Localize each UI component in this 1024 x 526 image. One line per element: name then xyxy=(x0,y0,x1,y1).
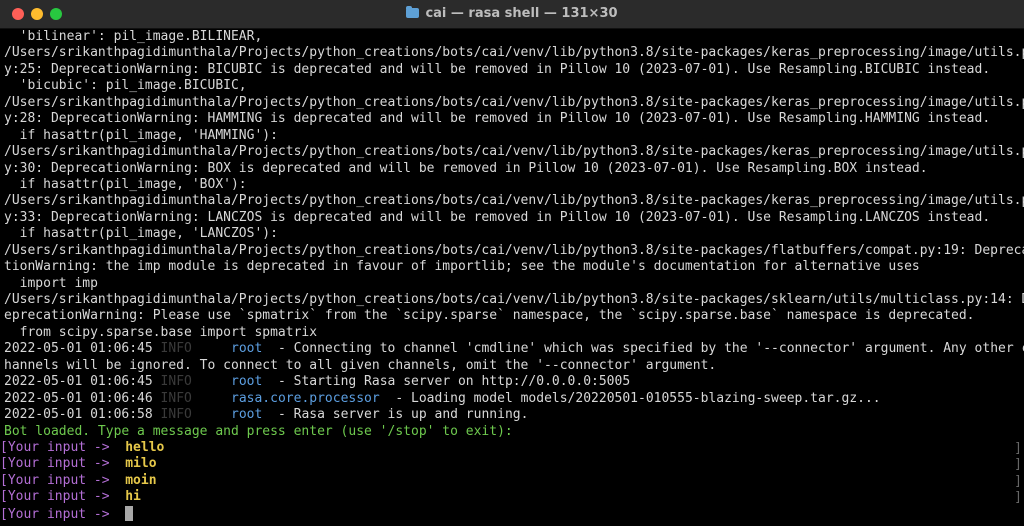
text-cursor xyxy=(125,505,134,521)
output-line: /Users/srikanthpagidimunthala/Projects/p… xyxy=(4,242,1024,258)
output-line: /Users/srikanthpagidimunthala/Projects/p… xyxy=(4,292,1024,307)
log-message: - Loading model models/20220501-010555-b… xyxy=(379,390,881,406)
log-logger: rasa.core.processor xyxy=(231,390,380,406)
output-line: y:33: DeprecationWarning: LANCZOS is dep… xyxy=(4,209,991,225)
log-level: INFO xyxy=(160,390,192,406)
title-bar: cai — rasa shell — 131×30 xyxy=(0,0,1024,29)
right-bracket: ] xyxy=(1014,490,1022,505)
input-line: [Your input -> moin xyxy=(0,473,1020,489)
log-message: - Starting Rasa server on http://0.0.0.0… xyxy=(262,374,631,390)
log-level: INFO xyxy=(160,407,192,423)
input-line: [Your input -> milo xyxy=(0,456,1020,472)
window-title: cai — rasa shell — 131×30 xyxy=(425,6,618,21)
log-level: INFO xyxy=(160,341,192,357)
log-line: hannels will be ignored. To connect to a… xyxy=(4,358,1020,374)
bot-loaded-message: Bot loaded. Type a message and press ent… xyxy=(4,423,513,439)
log-timestamp: 2022-05-01 01:06:58 xyxy=(4,407,153,423)
output-line: 'bicubic': pil_image.BICUBIC, xyxy=(4,78,247,94)
output-line: y:30: DeprecationWarning: BOX is depreca… xyxy=(4,160,928,176)
log-line: 2022-05-01 01:06:46 INFO rasa.core.proce… xyxy=(4,391,1020,407)
log-timestamp: 2022-05-01 01:06:46 xyxy=(4,390,153,406)
window-title-container: cai — rasa shell — 131×30 xyxy=(0,6,1024,21)
log-line: 2022-05-01 01:06:45 INFO root - Connecti… xyxy=(4,341,1024,357)
input-prompt: [Your input -> xyxy=(0,456,110,472)
input-line: [Your input -> hello xyxy=(0,440,1020,456)
active-input-line[interactable]: [Your input -> xyxy=(0,505,1020,522)
output-line: y:28: DeprecationWarning: HAMMING is dep… xyxy=(4,111,991,127)
user-message: milo xyxy=(125,456,157,472)
right-bracket: ] xyxy=(1014,457,1022,472)
user-message: hi xyxy=(125,489,141,505)
right-bracket: ] xyxy=(1014,441,1022,456)
output-line: if hasattr(pil_image, 'HAMMING'): xyxy=(4,127,278,143)
input-prompt: [Your input -> xyxy=(0,506,110,522)
input-prompt: [Your input -> xyxy=(0,489,110,505)
output-line: 'bilinear': pil_image.BILINEAR, xyxy=(4,29,263,44)
terminal-content[interactable]: 'bilinear': pil_image.BILINEAR, /Users/s… xyxy=(0,29,1024,526)
output-line: eprecationWarning: Please use `spmatrix`… xyxy=(4,308,975,324)
output-line: /Users/srikanthpagidimunthala/Projects/p… xyxy=(4,45,1024,61)
folder-icon xyxy=(406,6,420,18)
log-message: - Rasa server is up and running. xyxy=(262,407,529,423)
log-message: hannels will be ignored. To connect to a… xyxy=(4,357,717,373)
output-line: if hasattr(pil_image, 'LANCZOS'): xyxy=(4,226,278,242)
user-message: hello xyxy=(125,439,165,455)
output-line: /Users/srikanthpagidimunthala/Projects/p… xyxy=(4,94,1024,110)
right-bracket: ] xyxy=(1014,474,1022,489)
terminal-window: cai — rasa shell — 131×30 'bilinear': pi… xyxy=(0,0,1024,526)
input-prompt: [Your input -> xyxy=(0,472,110,488)
output-line: if hasattr(pil_image, 'BOX'): xyxy=(4,176,247,192)
user-message: moin xyxy=(125,472,157,488)
log-logger: root xyxy=(231,374,263,390)
output-line: y:25: DeprecationWarning: BICUBIC is dep… xyxy=(4,61,991,77)
output-line: /Users/srikanthpagidimunthala/Projects/p… xyxy=(4,144,1024,160)
log-line: 2022-05-01 01:06:58 INFO root - Rasa ser… xyxy=(4,407,1020,423)
log-level: INFO xyxy=(160,374,192,390)
input-prompt: [Your input -> xyxy=(0,439,110,455)
output-line: from scipy.sparse.base import spmatrix xyxy=(4,324,318,340)
log-logger: root xyxy=(231,407,263,423)
log-line: 2022-05-01 01:06:45 INFO root - Starting… xyxy=(4,374,1020,390)
log-logger: root xyxy=(231,341,263,357)
log-message: - Connecting to channel 'cmdline' which … xyxy=(262,341,1024,357)
output-line: import imp xyxy=(4,275,98,291)
output-line: tionWarning: the imp module is deprecate… xyxy=(4,259,920,275)
input-line: [Your input -> hi xyxy=(0,489,1020,505)
log-timestamp: 2022-05-01 01:06:45 xyxy=(4,341,153,357)
output-line: /Users/srikanthpagidimunthala/Projects/p… xyxy=(4,193,1024,209)
log-timestamp: 2022-05-01 01:06:45 xyxy=(4,374,153,390)
